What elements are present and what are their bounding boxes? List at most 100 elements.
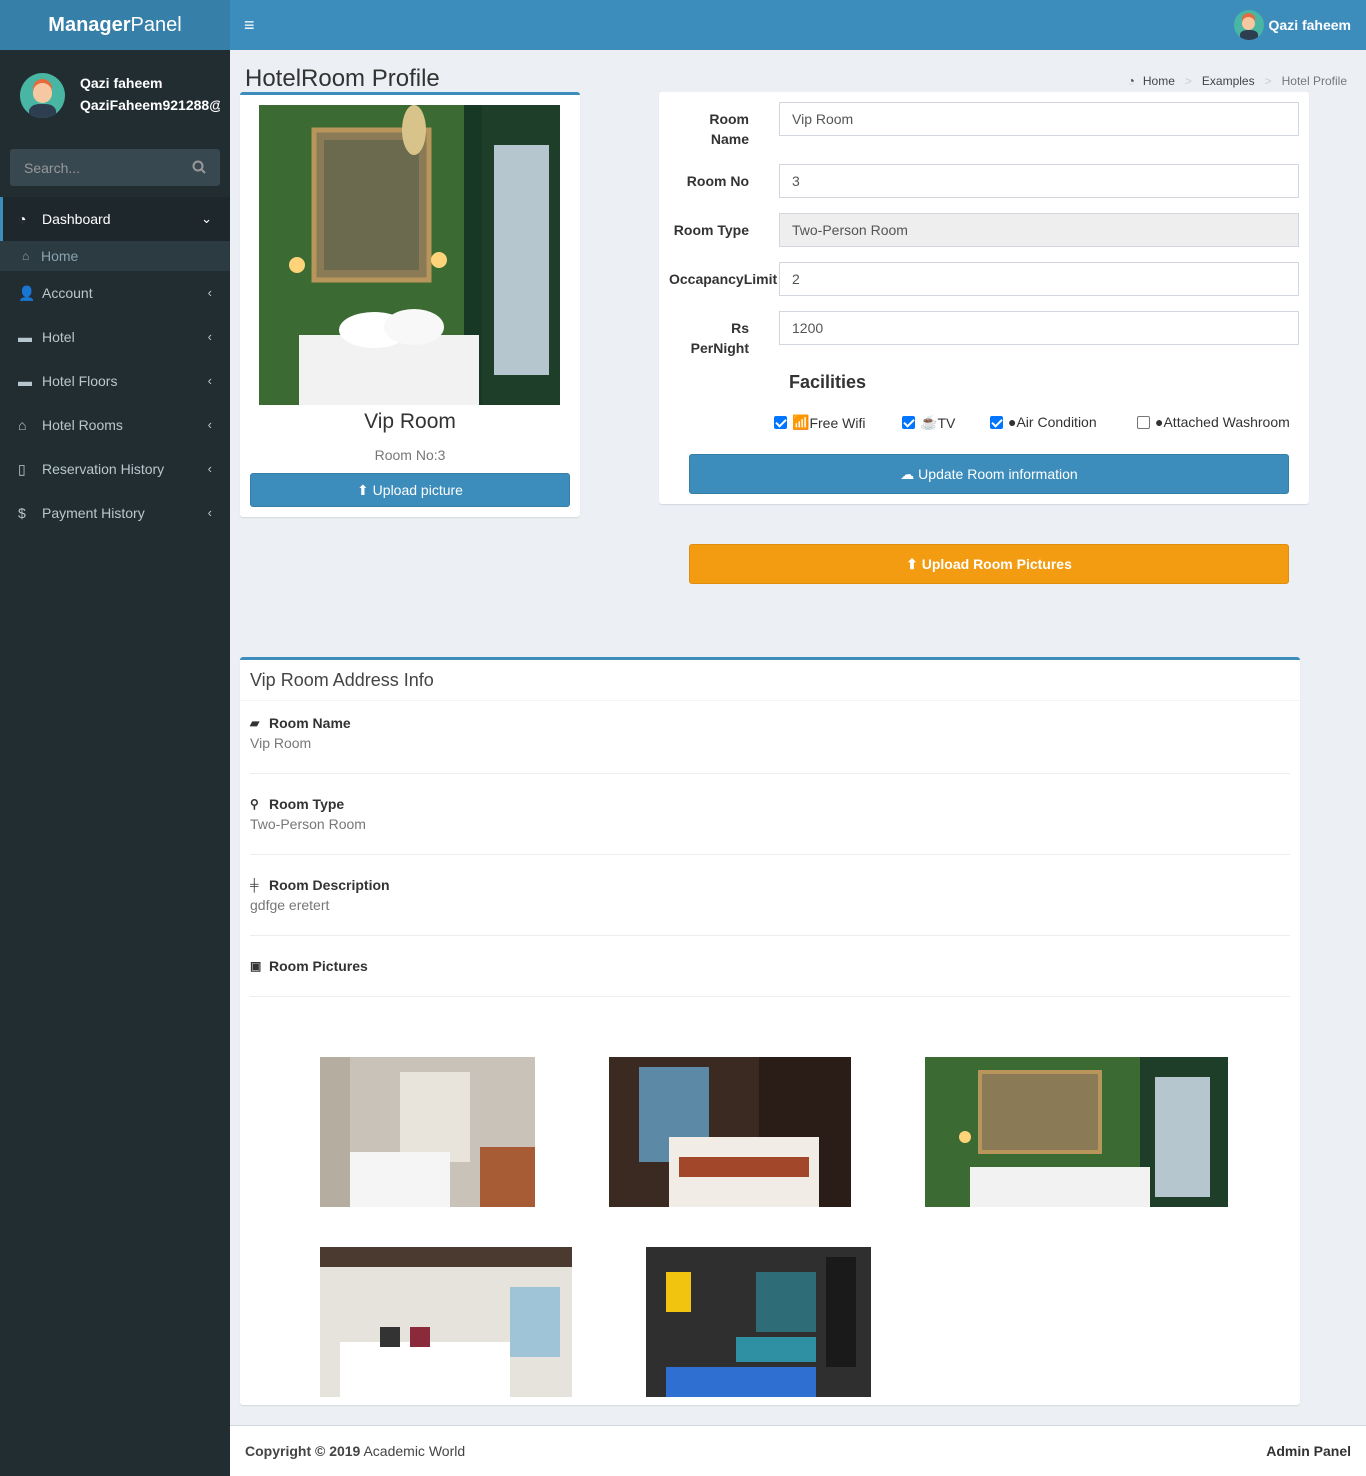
facilities-title: Facilities <box>789 372 867 392</box>
search-icon[interactable] <box>192 160 206 174</box>
sidebar-item-dashboard[interactable]: ◔ Dashboard ⌄ <box>0 197 230 241</box>
brand-light: Panel <box>130 14 182 36</box>
apple-icon: ● <box>1155 414 1164 430</box>
room-picture[interactable] <box>320 1057 535 1207</box>
facility-attached-washroom[interactable]: ● Attached Washroom <box>1137 414 1290 430</box>
divider <box>250 935 1290 936</box>
room-picture[interactable] <box>646 1247 871 1397</box>
room-name-input[interactable]: Vip Room <box>779 102 1299 136</box>
divider <box>240 700 1300 701</box>
room-edit-card: Room Name Vip Room Room No 3 Room Type T… <box>659 92 1309 504</box>
avatar <box>1233 10 1264 40</box>
sidebar-menu: ◔ Dashboard ⌄ ⌂ Home 👤 Account ‹ ▬ Hotel ‹ ▬ Hot… <box>0 197 230 535</box>
image-icon: ▣ <box>250 959 262 973</box>
footer: Copyright © 2019 Academic World Admin Pa… <box>230 1425 1366 1476</box>
breadcrumb-separator: > <box>1264 74 1272 88</box>
sidebar-search <box>10 149 220 186</box>
address-info-title: Vip Room Address Info <box>250 670 434 690</box>
tv-icon: ☕ <box>920 414 938 430</box>
divider <box>250 996 1290 997</box>
signpost-icon: ╪ <box>250 878 259 892</box>
checkbox[interactable] <box>774 416 787 429</box>
divider <box>250 854 1290 855</box>
brand-logo[interactable]: ManagerPanel <box>0 0 230 50</box>
user-plus-icon: 👤 <box>18 285 36 301</box>
facility-air-condition[interactable]: ● Air Condition <box>990 414 1097 430</box>
section-heading: Room Type <box>269 796 345 812</box>
room-picture[interactable] <box>609 1057 851 1207</box>
upload-picture-button[interactable]: ⬆ Upload picture <box>250 473 570 507</box>
breadcrumb-separator: > <box>1184 74 1192 88</box>
room-title: Vip Room <box>364 410 456 433</box>
sidebar-item-label: Account <box>42 285 93 301</box>
sidebar-item-payment-history[interactable]: $ Payment History ‹ <box>0 491 230 535</box>
facility-free-wifi[interactable]: 📶 Free Wifi <box>774 414 865 431</box>
search-input[interactable] <box>10 149 185 186</box>
room-picture[interactable] <box>925 1057 1228 1207</box>
sidebar-item-label: Hotel Floors <box>42 373 118 389</box>
facility-label: Air Condition <box>1016 414 1097 430</box>
user-avatar <box>20 73 65 118</box>
sidebar: ManagerPanel Qazi faheem QaziFaheem92128… <box>0 0 230 1476</box>
breadcrumb-examples[interactable]: Examples <box>1202 74 1255 88</box>
user-panel: Qazi faheem QaziFaheem921288@ <box>20 73 230 121</box>
copyright-org[interactable]: Academic World <box>360 1443 465 1459</box>
home-icon: ⌂ <box>18 417 27 433</box>
price-input[interactable]: 1200 <box>779 311 1299 345</box>
bed-icon: ▬ <box>18 373 32 389</box>
update-room-button[interactable]: ☁ Update Room information <box>689 454 1289 494</box>
facility-label: Free Wifi <box>809 414 866 431</box>
sidebar-subitem-home[interactable]: ⌂ Home <box>0 241 230 271</box>
top-username: Qazi faheem <box>1268 17 1351 33</box>
sidebar-item-hotel[interactable]: ▬ Hotel ‹ <box>0 315 230 359</box>
section-value: Two-Person Room <box>250 816 366 832</box>
upload-icon: ⬆ <box>357 482 369 498</box>
top-user-menu[interactable]: Qazi faheem <box>1233 8 1351 42</box>
apple-icon: ● <box>1008 414 1017 430</box>
checkbox[interactable] <box>990 415 1003 429</box>
cloud-upload-icon: ☁ <box>900 466 915 482</box>
section-heading: Room Name <box>269 715 351 731</box>
room-picture[interactable] <box>320 1247 572 1397</box>
chevron-left-icon: ‹ <box>207 417 212 432</box>
user-email: QaziFaheem921288@ <box>80 97 220 113</box>
room-profile-image <box>259 105 560 405</box>
brand-bold: Manager <box>48 14 131 36</box>
occupancy-input[interactable]: 2 <box>779 262 1299 296</box>
menu-toggle-icon[interactable]: ≡ <box>244 15 260 35</box>
section-heading: Room Pictures <box>269 958 368 974</box>
room-number: Room No:3 <box>374 447 446 463</box>
section-heading: Room Description <box>269 877 390 893</box>
chevron-left-icon: ‹ <box>207 373 212 388</box>
book-icon: ▰ <box>250 716 260 730</box>
chevron-left-icon: ‹ <box>207 461 212 476</box>
sidebar-item-hotel-floors[interactable]: ▬ Hotel Floors ‹ <box>0 359 230 403</box>
upload-room-pictures-label: Upload Room Pictures <box>921 556 1072 572</box>
profile-card: Vip Room Room No:3 ⬆ Upload picture <box>240 92 580 517</box>
mobile-icon: ▯ <box>18 461 26 477</box>
checkbox[interactable] <box>1137 415 1150 429</box>
chevron-left-icon: ‹ <box>207 329 212 344</box>
checkbox[interactable] <box>902 416 915 429</box>
dashboard-icon: ◔ <box>1127 74 1135 88</box>
sidebar-item-label: Payment History <box>42 505 145 521</box>
chevron-down-icon: ⌄ <box>201 211 212 226</box>
breadcrumb-home[interactable]: Home <box>1143 74 1175 88</box>
room-no-input[interactable]: 3 <box>779 164 1299 198</box>
sidebar-item-account[interactable]: 👤 Account ‹ <box>0 271 230 315</box>
occupancy-label: OccapancyLimit <box>669 271 778 287</box>
home-icon: ⌂ <box>22 249 30 263</box>
sidebar-item-label: Home <box>41 248 79 264</box>
price-label: Rs PerNight <box>690 320 749 356</box>
chevron-left-icon: ‹ <box>207 285 212 300</box>
facility-label: TV <box>937 414 956 431</box>
footer-right: Admin Panel <box>1266 1443 1351 1459</box>
address-info-card: Vip Room Address Info ▰ Room Name Vip Roo… <box>240 657 1300 1405</box>
facility-tv[interactable]: ☕ TV <box>902 414 955 431</box>
section-value: gdfge eretert <box>250 897 330 913</box>
sidebar-item-hotel-rooms[interactable]: ⌂ Hotel Rooms ‹ <box>0 403 230 447</box>
room-no-label: Room No <box>686 173 749 189</box>
top-navbar: ≡ Qazi faheem <box>230 0 1366 50</box>
upload-room-pictures-button[interactable]: ⬆ Upload Room Pictures <box>689 544 1289 584</box>
sidebar-item-reservation-history[interactable]: ▯ Reservation History ‹ <box>0 447 230 491</box>
